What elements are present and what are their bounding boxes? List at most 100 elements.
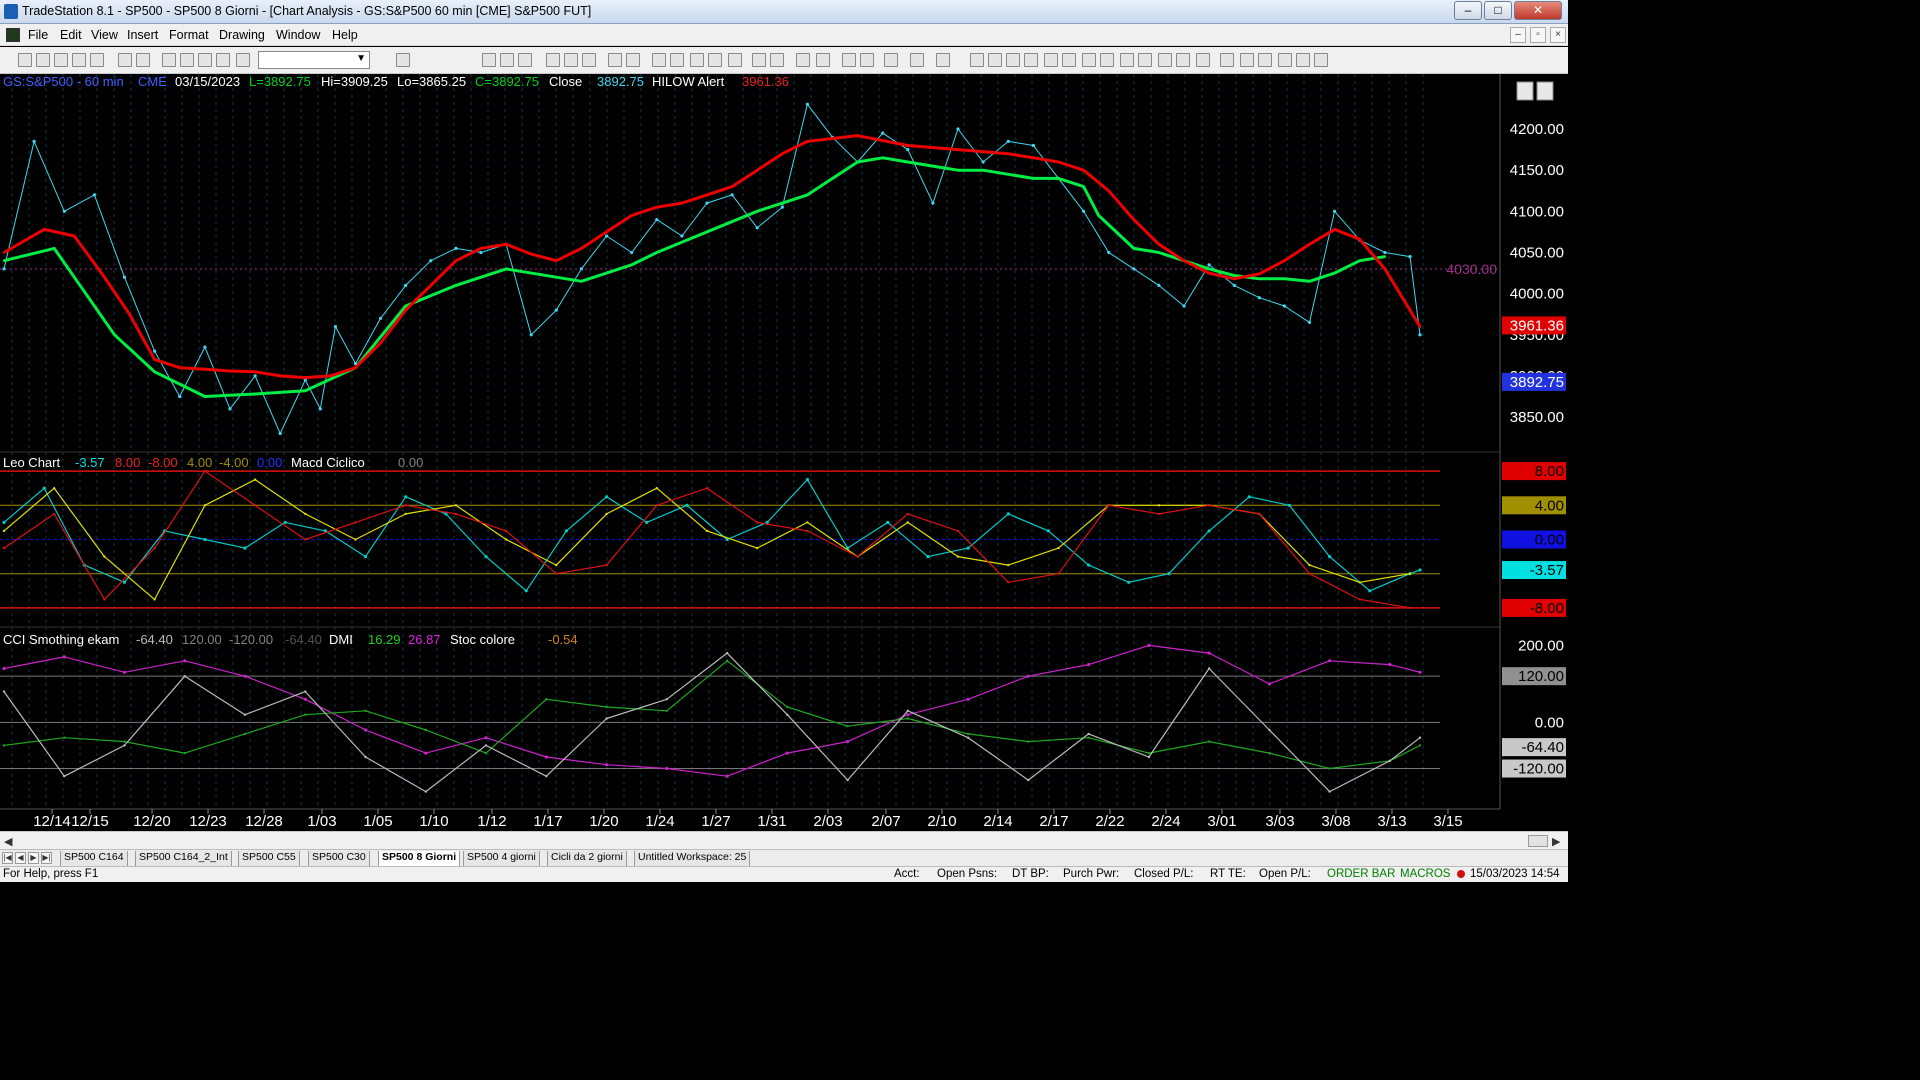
toolbar-tool-icon[interactable] — [1062, 53, 1076, 67]
tab-prev-icon[interactable]: ◀ — [15, 852, 26, 864]
chart-doc-icon[interactable] — [6, 28, 20, 42]
data-point — [605, 234, 609, 238]
tab-sp500-c55[interactable]: SP500 C55 — [238, 851, 300, 866]
menu-edit[interactable]: Edit — [60, 28, 82, 42]
menu-view[interactable]: View — [91, 28, 118, 42]
data-point — [1258, 512, 1261, 516]
toolbar-tool-icon[interactable] — [1240, 53, 1254, 67]
toolbar-tool-icon[interactable] — [118, 53, 132, 67]
toolbar-tool-icon[interactable] — [1082, 53, 1096, 67]
toolbar-tool-icon[interactable] — [396, 53, 410, 67]
toolbar-tool-icon[interactable] — [1100, 53, 1114, 67]
toolbar-tool-icon[interactable] — [608, 53, 622, 67]
symbol-combo[interactable]: ▼ — [258, 51, 370, 69]
toolbar-tool-icon[interactable] — [90, 53, 104, 67]
menu-format[interactable]: Format — [169, 28, 209, 42]
toolbar-tool-icon[interactable] — [236, 53, 250, 67]
toolbar-tool-icon[interactable] — [752, 53, 766, 67]
tab-sp500-c164[interactable]: SP500 C164 — [60, 851, 128, 866]
close-button[interactable]: ✕ — [1514, 1, 1562, 20]
toolbar-tool-icon[interactable] — [1296, 53, 1310, 67]
toolbar-tool-icon[interactable] — [162, 53, 176, 67]
toolbar-tool-icon[interactable] — [72, 53, 86, 67]
horizontal-scrollbar[interactable]: ◀ ▶ — [0, 831, 1568, 849]
toolbar-tool-icon[interactable] — [708, 53, 722, 67]
toolbar-tool-icon[interactable] — [1220, 53, 1234, 67]
toolbar-tool-icon[interactable] — [1176, 53, 1190, 67]
toolbar-tool-icon[interactable] — [670, 53, 684, 67]
data-point — [806, 521, 809, 524]
toolbar-tool-icon[interactable] — [1314, 53, 1328, 67]
toolbar-tool-icon[interactable] — [1158, 53, 1172, 67]
toolbar-tool-icon[interactable] — [936, 53, 950, 67]
toolbar-tool-icon[interactable] — [816, 53, 830, 67]
toolbar-tool-icon[interactable] — [1044, 53, 1058, 67]
toolbar-tool-icon[interactable] — [1024, 53, 1038, 67]
tab-untitled-workspace[interactable]: Untitled Workspace: 25 — [634, 851, 751, 866]
combo-dropdown-icon[interactable]: ▼ — [356, 53, 366, 64]
menu-insert[interactable]: Insert — [127, 28, 158, 42]
toolbar-tool-icon[interactable] — [1258, 53, 1272, 67]
tab-cicli-da-2-giorni[interactable]: Cicli da 2 giorni — [547, 851, 627, 866]
toolbar-tool-icon[interactable] — [860, 53, 874, 67]
toolbar-tool-icon[interactable] — [652, 53, 666, 67]
chart-area[interactable]: GS:S&P500 - 60 min CME 03/15/2023 L=3892… — [0, 74, 1568, 831]
scroll-left-icon[interactable]: ◀ — [4, 835, 12, 848]
pane-restore-icon[interactable] — [1536, 81, 1554, 101]
mdi-restore-icon[interactable]: ▫ — [1530, 27, 1546, 43]
tab-sp500-8-giorni[interactable]: SP500 8 Giorni — [378, 851, 461, 866]
minimize-button[interactable]: ‒ — [1454, 1, 1482, 20]
toolbar-tool-icon[interactable] — [36, 53, 50, 67]
mdi-close-icon[interactable]: × — [1550, 27, 1566, 43]
toolbar-tool-icon[interactable] — [1120, 53, 1134, 67]
toolbar-tool-icon[interactable] — [582, 53, 596, 67]
toolbar-tool-icon[interactable] — [910, 53, 924, 67]
toolbar-tool-icon[interactable] — [546, 53, 560, 67]
toolbar-tool-icon[interactable] — [500, 53, 514, 67]
tab-sp500-c30[interactable]: SP500 C30 — [308, 851, 370, 866]
menu-window[interactable]: Window — [276, 28, 320, 42]
toolbar-tool-icon[interactable] — [796, 53, 810, 67]
toolbar-tool-icon[interactable] — [216, 53, 230, 67]
toolbar-tool-icon[interactable] — [518, 53, 532, 67]
toolbar-tool-icon[interactable] — [1196, 53, 1210, 67]
mdi-minimize-icon[interactable]: – — [1510, 27, 1526, 43]
date-tick-label: 3/08 — [1321, 813, 1350, 830]
data-point — [1057, 177, 1060, 180]
toolbar-tool-icon[interactable] — [884, 53, 898, 67]
toolbar-tool-icon[interactable] — [1138, 53, 1152, 67]
tab-last-icon[interactable]: ▶| — [41, 852, 52, 864]
status-order-bar[interactable]: ORDER BAR — [1327, 868, 1395, 880]
menu-drawing[interactable]: Drawing — [219, 28, 265, 42]
data-point — [906, 709, 909, 712]
toolbar-tool-icon[interactable] — [770, 53, 784, 67]
scroll-right-icon[interactable]: ▶ — [1552, 835, 1560, 848]
maximize-button[interactable]: □ — [1484, 1, 1512, 20]
tab-sp500-c164-2-int[interactable]: SP500 C164_2_Int — [135, 851, 232, 866]
toolbar-tool-icon[interactable] — [18, 53, 32, 67]
toolbar-tool-icon[interactable] — [1006, 53, 1020, 67]
toolbar-tool-icon[interactable] — [690, 53, 704, 67]
toolbar-tool-icon[interactable] — [180, 53, 194, 67]
data-point — [645, 520, 649, 524]
tab-sp500-4-giorni[interactable]: SP500 4 giorni — [463, 851, 540, 866]
toolbar-tool-icon[interactable] — [564, 53, 578, 67]
toolbar-tool-icon[interactable] — [54, 53, 68, 67]
toolbar-tool-icon[interactable] — [728, 53, 742, 67]
toolbar-tool-icon[interactable] — [1278, 53, 1292, 67]
toolbar-tool-icon[interactable] — [482, 53, 496, 67]
tab-first-icon[interactable]: |◀ — [2, 852, 13, 864]
pane-minimize-icon[interactable] — [1516, 81, 1534, 101]
toolbar-tool-icon[interactable] — [198, 53, 212, 67]
toolbar-tool-icon[interactable] — [970, 53, 984, 67]
toolbar-tool-icon[interactable] — [842, 53, 856, 67]
scroll-thumb[interactable] — [1528, 835, 1548, 847]
menu-help[interactable]: Help — [332, 28, 358, 42]
menu-file[interactable]: File — [28, 28, 48, 42]
toolbar-tool-icon[interactable] — [988, 53, 1002, 67]
status-macros[interactable]: MACROS — [1400, 868, 1450, 880]
tab-next-icon[interactable]: ▶ — [28, 852, 39, 864]
toolbar-tool-icon[interactable] — [136, 53, 150, 67]
toolbar-tool-icon[interactable] — [626, 53, 640, 67]
dmi-value-1: 16.29 — [368, 632, 401, 647]
